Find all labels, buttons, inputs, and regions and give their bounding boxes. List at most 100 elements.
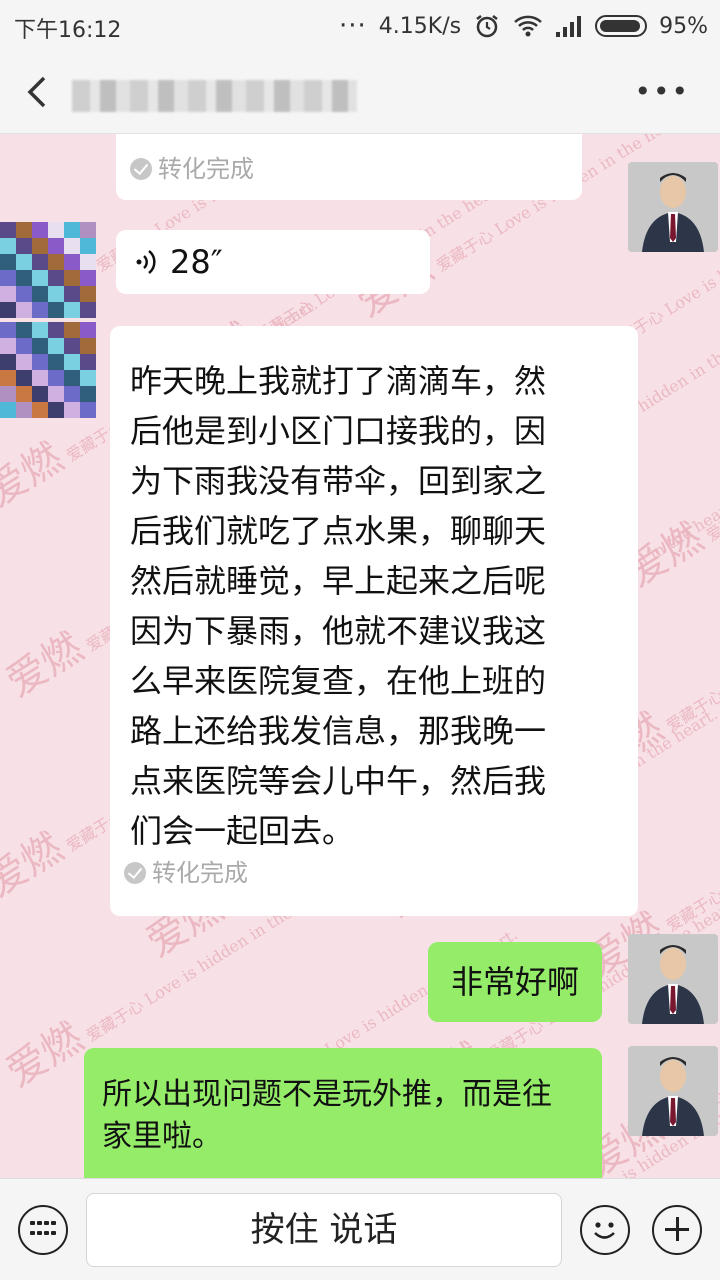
avatar-pixel	[80, 322, 96, 338]
avatar-pixel	[0, 322, 16, 338]
avatar-pixel	[0, 338, 16, 354]
avatar-pixel	[16, 302, 32, 318]
avatar-pixel	[80, 286, 96, 302]
voice-duration: 28″	[170, 243, 223, 281]
avatar-pixel	[32, 354, 48, 370]
avatar-pixel	[32, 402, 48, 418]
avatar-pixel	[0, 270, 16, 286]
avatar-pixel	[80, 222, 96, 238]
avatar-left[interactable]	[0, 222, 96, 318]
message-bubble-received[interactable]: 转化完成	[116, 134, 582, 200]
alarm-icon	[476, 15, 498, 38]
notification-dots-icon: ···	[339, 11, 367, 41]
avatar-pixel	[32, 370, 48, 386]
battery-icon	[595, 15, 648, 37]
check-icon	[124, 862, 146, 884]
avatar-pixel	[48, 370, 64, 386]
avatar-self[interactable]	[628, 934, 718, 1024]
avatar-self[interactable]	[628, 1046, 718, 1136]
message-line: 点来医院等会儿中午，然后我	[130, 762, 547, 800]
avatar-pixel	[16, 370, 32, 386]
more-dots-icon[interactable]: •••	[634, 78, 690, 106]
avatar-pixel	[0, 302, 16, 318]
message-text: 非常好啊	[450, 963, 579, 1001]
avatar-pixel	[64, 302, 80, 318]
avatar-pixel	[0, 386, 16, 402]
avatar-left[interactable]	[0, 322, 96, 418]
avatar-pixel	[48, 254, 64, 270]
smile-icon	[594, 1222, 615, 1239]
chat-area[interactable]: 爱燃爱藏于心 Love is hidden in the heart.爱燃爱藏于…	[0, 134, 720, 1178]
voice-message[interactable]: 28″	[116, 230, 430, 294]
avatar-pixel	[80, 254, 96, 270]
avatar-pixel	[16, 270, 32, 286]
person-icon	[628, 162, 718, 252]
avatar-pixel	[64, 386, 80, 402]
transcription-status: 转化完成	[130, 154, 254, 184]
emoji-icon[interactable]	[580, 1205, 630, 1255]
avatar-pixel	[32, 286, 48, 302]
status-bar: 下午16:12 ··· 4.15K/s 95%	[0, 0, 720, 50]
keyboard-icon[interactable]	[18, 1205, 68, 1255]
avatar-pixel	[32, 302, 48, 318]
avatar-pixel	[80, 238, 96, 254]
avatar-pixel	[48, 322, 64, 338]
avatar-pixel	[80, 354, 96, 370]
avatar-pixel	[32, 238, 48, 254]
avatar-pixel	[16, 386, 32, 402]
avatar-pixel	[32, 270, 48, 286]
message-line: 家里啦。	[102, 1119, 222, 1154]
avatar-pixel	[64, 222, 80, 238]
avatar-pixel	[16, 222, 32, 238]
avatar-pixel	[32, 254, 48, 270]
avatar-pixel	[16, 238, 32, 254]
avatar-pixel	[0, 254, 16, 270]
message-line: 们会一起回去。	[130, 812, 355, 850]
avatar-pixel	[0, 370, 16, 386]
avatar-pixel	[32, 338, 48, 354]
plus-icon[interactable]	[652, 1205, 702, 1255]
message-bubble-sent[interactable]: 所以出现问题不是玩外推，而是往 家里啦。	[84, 1048, 602, 1178]
hold-to-talk-button[interactable]: 按住 说话	[86, 1193, 562, 1267]
avatar-pixel	[80, 270, 96, 286]
person-icon	[628, 1046, 718, 1136]
message-bubble-received[interactable]: 昨天晚上我就打了滴滴车，然 后他是到小区门口接我的，因 为下雨我没有带伞，回到家之后…	[110, 326, 638, 916]
check-icon	[130, 158, 152, 180]
contact-name-blurred	[72, 80, 357, 112]
avatar-pixel	[48, 238, 64, 254]
avatar-pixel	[0, 354, 16, 370]
message-text: 昨天晚上我就打了滴滴车，然 后他是到小区门口接我的，因 为下雨我没有带伞，回到家之后…	[130, 356, 630, 856]
avatar-pixel	[48, 402, 64, 418]
avatar-pixel	[48, 286, 64, 302]
chat-header: •••	[0, 50, 720, 134]
avatar-pixel	[32, 322, 48, 338]
transcription-status: 转化完成	[124, 858, 248, 888]
wifi-icon	[514, 15, 542, 37]
avatar-pixel	[64, 254, 80, 270]
avatar-pixel	[48, 302, 64, 318]
avatar-self[interactable]	[628, 162, 718, 252]
message-line: 然后就睡觉，早上起来之后呢	[130, 562, 547, 600]
avatar-pixel	[64, 286, 80, 302]
message-line: 为下雨我没有带伞，回到家之	[130, 462, 547, 500]
signal-icon	[556, 16, 582, 37]
avatar-pixel	[0, 222, 16, 238]
avatar-pixel	[16, 286, 32, 302]
message-line: 路上还给我发信息，那我晚一	[130, 712, 547, 750]
message-bubble-sent[interactable]: 非常好啊	[428, 942, 602, 1022]
status-time: 下午16:12	[14, 18, 122, 43]
avatar-pixel	[64, 370, 80, 386]
voice-wave-icon	[136, 250, 156, 274]
avatar-pixel	[16, 254, 32, 270]
message-line: 后他是到小区门口接我的，因	[130, 412, 547, 450]
message-line: 么早来医院复查，在他上班的	[130, 662, 547, 700]
avatar-pixel	[64, 402, 80, 418]
chevron-left-icon[interactable]	[20, 72, 60, 112]
avatar-pixel	[16, 354, 32, 370]
avatar-pixel	[0, 238, 16, 254]
avatar-pixel	[80, 302, 96, 318]
avatar-pixel	[48, 386, 64, 402]
avatar-pixel	[80, 402, 96, 418]
status-right: ··· 4.15K/s 95%	[339, 12, 708, 40]
message-line: 昨天晚上我就打了滴滴车，然	[130, 362, 547, 400]
